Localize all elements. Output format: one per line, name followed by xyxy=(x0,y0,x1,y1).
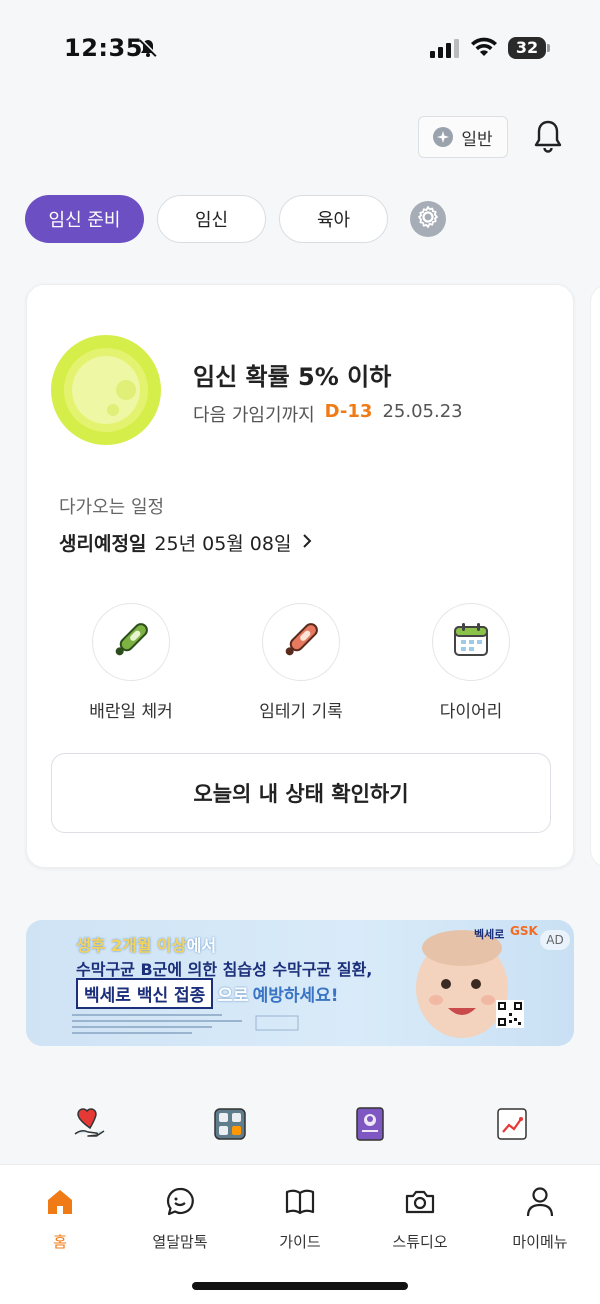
ad-headline-3: 벡세로 백신 접종 으로 예방하세요! xyxy=(76,978,339,1009)
upcoming-schedule-label: 다가오는 일정 xyxy=(59,497,165,518)
fertility-card: 임신 확률 5% 이하 다음 가임기까지 D-13 25.05.23 다가오는 … xyxy=(26,284,574,868)
ad-headline-2: 수막구균 B군에 의한 침습성 수막구균 질환, xyxy=(76,960,373,979)
period-date: 25년 05월 08일 xyxy=(154,533,292,555)
tab-label: 마이메뉴 xyxy=(512,1233,568,1251)
tab-my-menu[interactable]: 마이메뉴 xyxy=(480,1185,600,1252)
period-label: 생리예정일 xyxy=(59,533,147,555)
qr-code-icon xyxy=(496,1000,524,1028)
battery-tip xyxy=(547,44,550,52)
gear-icon xyxy=(416,205,440,233)
ovulation-checker-button[interactable]: 배란일 체커 xyxy=(61,603,201,722)
notification-button[interactable] xyxy=(528,118,568,158)
battery-indicator: 32 xyxy=(508,37,546,59)
status-bar: 12:35 32 xyxy=(0,0,600,96)
ad-highlight-text: 벡세로 백신 접종 xyxy=(76,978,214,1009)
growth-chart-icon xyxy=(494,1106,530,1146)
period-schedule-link[interactable]: 생리예정일 25년 05월 08일 xyxy=(59,529,315,556)
ovulation-thermometer-icon xyxy=(109,618,153,666)
fertile-countdown: 다음 가임기까지 D-13 25.05.23 xyxy=(193,401,463,427)
ad-banner[interactable]: 생후 2개월 이상에서 수막구균 B군에 의한 침습성 수막구균 질환, 벡세로… xyxy=(26,920,574,1046)
tab-mom-talk[interactable]: 열달맘톡 xyxy=(120,1185,240,1252)
ad-badge: AD xyxy=(540,930,570,950)
wifi-icon xyxy=(470,36,498,62)
tab-studio[interactable]: 스튜디오 xyxy=(360,1185,480,1252)
calendar-icon xyxy=(452,621,490,663)
segment-pregnancy[interactable]: 임신 xyxy=(157,195,266,243)
mode-label: 일반 xyxy=(461,129,493,150)
pregnancy-test-icon xyxy=(279,618,323,666)
tab-home[interactable]: 홈 xyxy=(0,1185,120,1252)
sparkle-icon xyxy=(433,127,454,147)
tab-label: 스튜디오 xyxy=(392,1233,448,1251)
chevron-right-icon xyxy=(299,532,315,554)
cellular-signal-icon xyxy=(430,38,460,62)
segment-pregnancy-prep[interactable]: 임신 준비 xyxy=(25,195,144,243)
heart-hand-icon xyxy=(72,1106,108,1146)
mode-toggle-button[interactable]: 일반 xyxy=(418,116,508,158)
gsk-logo: GSK xyxy=(510,924,538,938)
book-open-icon xyxy=(240,1185,360,1219)
heart-hand-button[interactable] xyxy=(68,1104,112,1148)
pregnancy-probability: 임신 확률 5% 이하 xyxy=(193,363,392,391)
quick-action-label: 임테기 기록 xyxy=(259,702,343,722)
dday-badge: D-13 xyxy=(324,401,373,422)
home-indicator[interactable] xyxy=(192,1282,408,1290)
next-card-peek[interactable] xyxy=(590,284,600,868)
person-icon xyxy=(480,1185,600,1219)
tab-label: 홈 xyxy=(53,1233,67,1251)
clock: 12:35 xyxy=(64,34,143,62)
quick-action-circle xyxy=(432,603,510,681)
home-icon xyxy=(0,1185,120,1219)
calculator-button[interactable] xyxy=(208,1104,252,1148)
quick-action-circle xyxy=(262,603,340,681)
fertile-date: 25.05.23 xyxy=(382,401,463,422)
fertile-prefix: 다음 가임기까지 xyxy=(193,405,315,426)
diary-button[interactable]: 다이어리 xyxy=(401,603,541,722)
camera-icon xyxy=(360,1185,480,1219)
segment-parenting[interactable]: 육아 xyxy=(279,195,388,243)
ad-product-logo: 벡세로 xyxy=(474,928,505,941)
tab-label: 가이드 xyxy=(279,1233,321,1251)
quick-action-circle xyxy=(92,603,170,681)
bell-icon xyxy=(532,119,564,157)
ad-fine-print xyxy=(72,1012,302,1038)
quick-action-label: 다이어리 xyxy=(439,702,503,722)
chat-bubble-icon xyxy=(120,1185,240,1219)
tab-label: 열달맘톡 xyxy=(152,1233,208,1251)
tab-guide[interactable]: 가이드 xyxy=(240,1185,360,1252)
ad-headline-1: 생후 2개월 이상에서 xyxy=(76,936,217,955)
bell-slash-icon xyxy=(138,38,158,62)
book-icon xyxy=(352,1106,388,1146)
quick-action-label: 배란일 체커 xyxy=(89,702,173,722)
book-button[interactable] xyxy=(348,1104,392,1148)
pregnancy-test-button[interactable]: 임테기 기록 xyxy=(231,603,371,722)
fertility-orb-icon xyxy=(51,335,161,445)
shortcut-row xyxy=(0,1096,600,1156)
check-today-status-button[interactable]: 오늘의 내 상태 확인하기 xyxy=(51,753,551,833)
segment-settings-button[interactable] xyxy=(410,201,446,237)
growth-chart-button[interactable] xyxy=(490,1104,534,1148)
calculator-icon xyxy=(212,1106,248,1146)
